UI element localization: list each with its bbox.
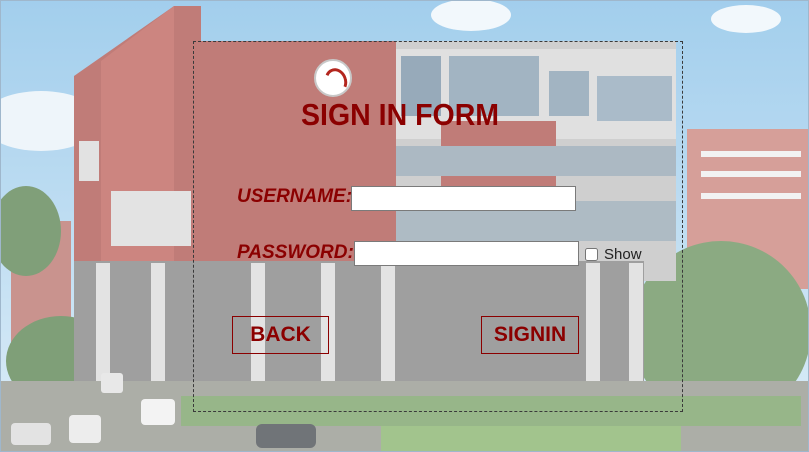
password-label: PASSWORD: xyxy=(237,242,354,263)
signin-button[interactable]: SIGNIN xyxy=(481,316,579,354)
username-field[interactable] xyxy=(351,186,576,211)
back-button[interactable]: BACK xyxy=(232,316,329,354)
password-field[interactable] xyxy=(354,241,579,266)
show-password-checkbox[interactable] xyxy=(585,247,598,261)
show-password-toggle[interactable]: Show xyxy=(585,245,642,263)
page-title: SIGN IN FORM xyxy=(301,97,500,132)
username-label: USERNAME: xyxy=(237,186,353,207)
signin-window: SIGN IN FORM USERNAME: PASSWORD: Show BA… xyxy=(0,0,809,452)
college-logo-icon xyxy=(314,59,352,97)
show-password-label: Show xyxy=(604,245,642,263)
